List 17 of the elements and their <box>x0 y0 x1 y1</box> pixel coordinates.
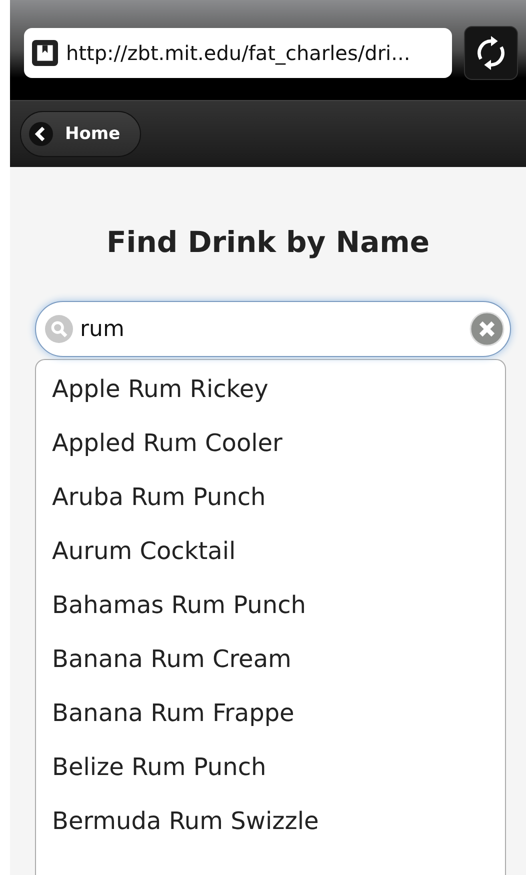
suggestion-item[interactable]: Bermuda Rum Swizzle <box>36 794 505 848</box>
suggestion-item[interactable]: Aurum Cocktail <box>36 524 505 578</box>
suggestion-item[interactable]: Appled Rum Cooler <box>36 416 505 470</box>
suggestion-item[interactable]: Banana Rum Frappe <box>36 686 505 740</box>
page-title: Find Drink by Name <box>105 225 431 261</box>
reload-button[interactable] <box>464 26 518 80</box>
suggestion-item[interactable]: Belize Rum Punch <box>36 740 505 794</box>
url-text: http://zbt.mit.edu/fat_charles/dri... <box>66 41 410 65</box>
search-field[interactable]: rum <box>35 301 511 357</box>
suggestion-item[interactable]: Banana Rum Cream <box>36 632 505 686</box>
address-bar[interactable]: http://zbt.mit.edu/fat_charles/dri... <box>24 28 452 78</box>
suggestion-item[interactable]: Apple Rum Rickey <box>36 362 505 416</box>
clear-icon[interactable] <box>469 311 505 347</box>
suggestion-item[interactable]: Bahamas Rum Punch <box>36 578 505 632</box>
back-button[interactable]: Home <box>20 111 142 157</box>
bookmark-icon <box>32 40 58 66</box>
suggestion-item[interactable]: Aruba Rum Punch <box>36 470 505 524</box>
